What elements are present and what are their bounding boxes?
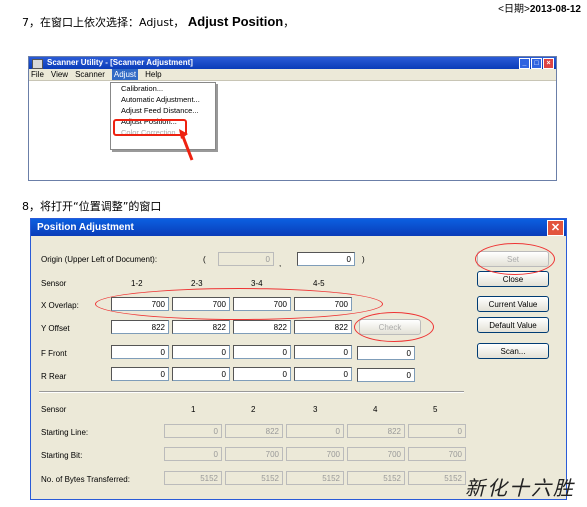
sensor-pair-4-5: 4-5 bbox=[313, 279, 325, 288]
separator bbox=[39, 391, 464, 393]
r-rear-label: R Rear bbox=[41, 372, 67, 381]
r-rear-field-1[interactable]: 0 bbox=[111, 367, 169, 381]
starting-line-label: Starting Line: bbox=[41, 428, 89, 437]
dialog-close-icon[interactable]: ✕ bbox=[547, 220, 564, 236]
r-rear-field-3[interactable]: 0 bbox=[233, 367, 291, 381]
sensor-header-label: Sensor bbox=[41, 405, 67, 414]
f-front-field-2[interactable]: 0 bbox=[172, 345, 230, 359]
y-offset-field-2[interactable]: 822 bbox=[172, 320, 230, 334]
sensor-pair-1-2: 1-2 bbox=[131, 279, 143, 288]
r-rear-field-4[interactable]: 0 bbox=[294, 367, 352, 381]
menu-adjust[interactable]: Adjust bbox=[111, 69, 139, 80]
close-button[interactable]: × bbox=[543, 58, 554, 69]
starting-line-2: 822 bbox=[225, 424, 283, 438]
menu-item-calibration[interactable]: Calibration... bbox=[111, 83, 215, 94]
menu-item-automatic-adjustment[interactable]: Automatic Adjustment... bbox=[111, 94, 215, 105]
position-adjustment-window: Position Adjustment ✕ Origin (Upper Left… bbox=[30, 218, 567, 500]
starting-bit-5: 700 bbox=[408, 447, 466, 461]
bytes-4: 5152 bbox=[347, 471, 405, 485]
window-title: Scanner Utility - [Scanner Adjustment] bbox=[47, 58, 193, 67]
dialog-titlebar: Position Adjustment ✕ bbox=[31, 219, 566, 236]
f-front-field-5[interactable]: 0 bbox=[357, 346, 415, 360]
menu-file[interactable]: File bbox=[31, 69, 44, 80]
menu-scanner[interactable]: Scanner bbox=[75, 69, 105, 80]
x-overlap-highlight-oval bbox=[95, 288, 383, 320]
y-offset-label: Y Offset bbox=[41, 324, 70, 333]
menu-item-adjust-feed-distance[interactable]: Adjust Feed Distance... bbox=[111, 105, 215, 116]
starting-line-3: 0 bbox=[286, 424, 344, 438]
origin-label: Origin (Upper Left of Document): bbox=[41, 255, 158, 264]
paren-close: ) bbox=[362, 255, 365, 264]
starting-bit-3: 700 bbox=[286, 447, 344, 461]
starting-line-5: 0 bbox=[408, 424, 466, 438]
f-front-label: F Front bbox=[41, 349, 67, 358]
bytes-3: 5152 bbox=[286, 471, 344, 485]
origin-y-field[interactable]: 0 bbox=[297, 252, 355, 266]
minimize-button[interactable]: _ bbox=[519, 58, 530, 69]
sensor-1: 1 bbox=[191, 405, 196, 414]
red-arrow-icon bbox=[179, 129, 194, 161]
adjust-menu-dropdown: Calibration... Automatic Adjustment... A… bbox=[110, 82, 216, 150]
paren-open: ( bbox=[203, 255, 206, 264]
sensor-label: Sensor bbox=[41, 279, 67, 288]
bytes-2: 5152 bbox=[225, 471, 283, 485]
starting-bit-2: 700 bbox=[225, 447, 283, 461]
origin-x-field: 0 bbox=[218, 252, 274, 266]
dialog-title: Position Adjustment bbox=[37, 222, 134, 233]
starting-bit-4: 700 bbox=[347, 447, 405, 461]
r-rear-field-5[interactable]: 0 bbox=[357, 368, 415, 382]
bytes-5: 5152 bbox=[408, 471, 466, 485]
menu-view[interactable]: View bbox=[51, 69, 68, 80]
menu-bar: File View Scanner Adjust Help bbox=[29, 69, 556, 81]
maximize-button[interactable]: □ bbox=[531, 58, 542, 69]
scanner-utility-window: Scanner Utility - [Scanner Adjustment] _… bbox=[28, 56, 557, 181]
starting-bit-1: 0 bbox=[164, 447, 222, 461]
y-offset-field-4[interactable]: 822 bbox=[294, 320, 352, 334]
y-offset-field-3[interactable]: 822 bbox=[233, 320, 291, 334]
comma: , bbox=[279, 259, 282, 268]
app-icon bbox=[32, 59, 43, 69]
sensor-3: 3 bbox=[313, 405, 318, 414]
check-highlight-oval bbox=[354, 312, 434, 342]
set-highlight-oval bbox=[475, 243, 555, 275]
sensor-pair-2-3: 2-3 bbox=[191, 279, 203, 288]
default-value-button[interactable]: Default Value bbox=[477, 317, 549, 333]
highlight-box bbox=[113, 119, 187, 136]
sensor-2: 2 bbox=[251, 405, 256, 414]
starting-line-4: 822 bbox=[347, 424, 405, 438]
bytes-transferred-label: No. of Bytes Transferred: bbox=[41, 475, 130, 484]
f-front-field-1[interactable]: 0 bbox=[111, 345, 169, 359]
signature: 新化十六胜 bbox=[465, 476, 575, 500]
step-7-text: 7，在窗口上依次选择：Adjust， Adjust Position， bbox=[22, 14, 295, 29]
scan-button[interactable]: Scan... bbox=[477, 343, 549, 359]
menu-help[interactable]: Help bbox=[145, 69, 161, 80]
f-front-field-4[interactable]: 0 bbox=[294, 345, 352, 359]
f-front-field-3[interactable]: 0 bbox=[233, 345, 291, 359]
sensor-5: 5 bbox=[433, 405, 438, 414]
x-overlap-label: X Overlap: bbox=[41, 301, 79, 310]
y-offset-field-1[interactable]: 822 bbox=[111, 320, 169, 334]
date-stamp: <日期>2013-08-12 bbox=[498, 4, 581, 15]
r-rear-field-2[interactable]: 0 bbox=[172, 367, 230, 381]
sensor-pair-3-4: 3-4 bbox=[251, 279, 263, 288]
current-value-button[interactable]: Current Value bbox=[477, 296, 549, 312]
bytes-1: 5152 bbox=[164, 471, 222, 485]
step-8-text: 8，将打开“位置调整”的窗口 bbox=[22, 200, 162, 213]
window-titlebar: Scanner Utility - [Scanner Adjustment] _… bbox=[29, 57, 556, 69]
starting-bit-label: Starting Bit: bbox=[41, 451, 83, 460]
starting-line-1: 0 bbox=[164, 424, 222, 438]
sensor-4: 4 bbox=[373, 405, 378, 414]
